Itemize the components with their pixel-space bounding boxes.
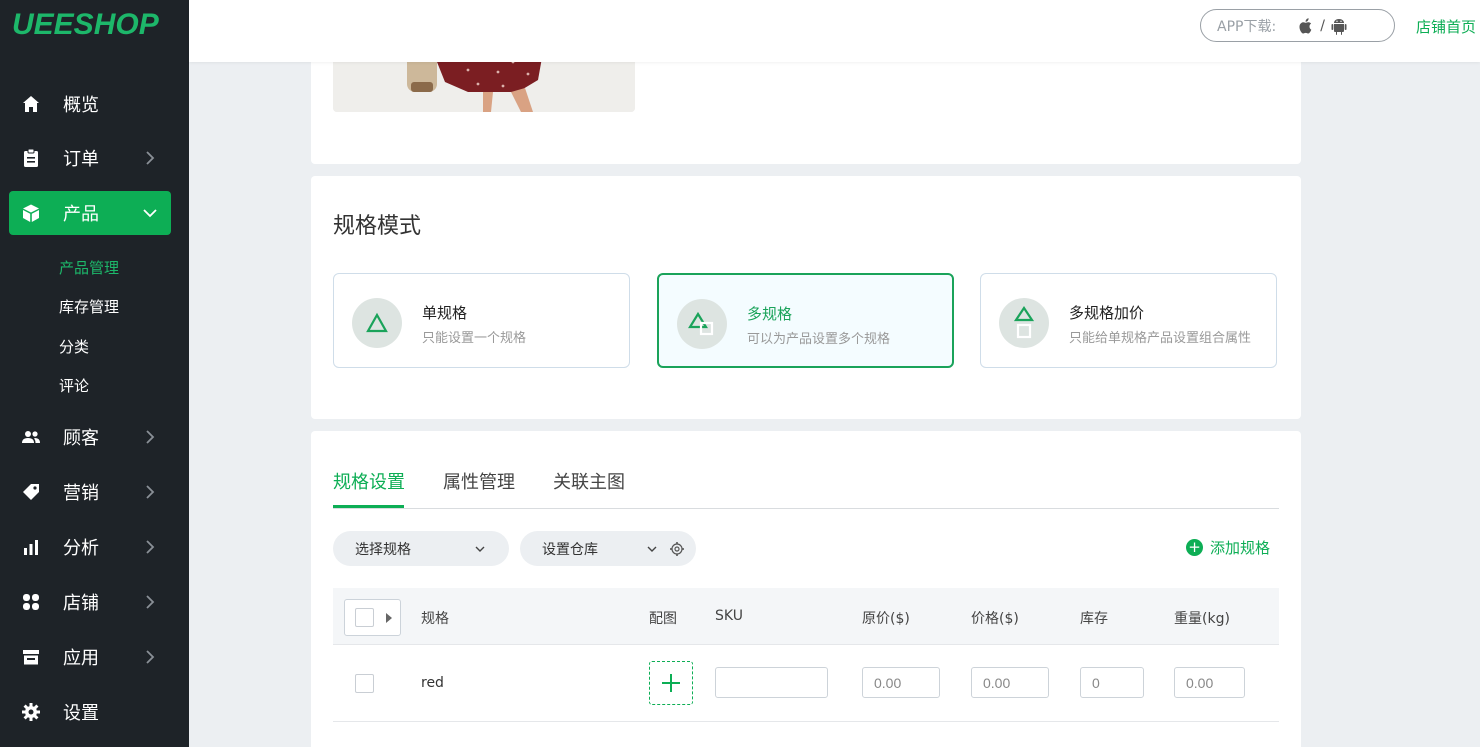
chevron-right-icon [146, 485, 155, 499]
gear-icon[interactable] [669, 541, 685, 557]
android-icon[interactable] [1331, 17, 1347, 35]
tab-attribute-management[interactable]: 属性管理 [443, 468, 515, 494]
spec-tabs: 规格设置 属性管理 关联主图 [333, 431, 1279, 509]
logo[interactable]: UEESHOP [0, 0, 189, 52]
bulk-select-toggle[interactable] [344, 599, 401, 636]
gear-icon [21, 702, 41, 722]
home-icon [21, 94, 41, 114]
nav-label: 设置 [63, 703, 99, 724]
nav-item-apps[interactable]: 应用 [9, 635, 171, 679]
tab-spec-settings[interactable]: 规格设置 [333, 468, 405, 494]
app-download: APP下载: / [1200, 9, 1395, 42]
shop-home-link[interactable]: 店铺首页 [1416, 16, 1476, 37]
nav-item-customers[interactable]: 顾客 [9, 415, 171, 459]
box-icon [21, 203, 41, 223]
nav-label: 营销 [63, 483, 99, 504]
add-image-button[interactable] [649, 661, 693, 705]
store-icon [21, 647, 41, 667]
nav-item-products[interactable]: 产品 [9, 191, 171, 235]
col-price: 价格($) [971, 611, 1019, 627]
triangle-square-icon [677, 299, 727, 349]
stock-input[interactable]: 0 [1080, 667, 1144, 698]
bar-chart-icon [21, 537, 41, 557]
col-sku: SKU [715, 608, 743, 624]
sub-item-inventory[interactable]: 库存管理 [59, 296, 119, 317]
separator: / [1320, 17, 1325, 34]
chevron-right-icon [146, 650, 155, 664]
set-warehouse-dropdown[interactable]: 设置仓库 [520, 531, 696, 566]
table-header: 规格 配图 SKU 原价($) 价格($) 库存 重量(kg) [333, 588, 1279, 645]
apple-icon[interactable] [1298, 17, 1314, 35]
add-spec-label: 添加规格 [1210, 539, 1271, 557]
sub-item-reviews[interactable]: 评论 [59, 375, 89, 396]
nav-label: 订单 [63, 149, 99, 170]
chevron-right-icon [146, 430, 155, 444]
spec-mode-title: 规格模式 [333, 214, 422, 239]
active-tab-underline [333, 505, 404, 508]
chevron-right-icon [146, 151, 155, 165]
nav-label: 应用 [63, 648, 99, 669]
col-weight: 重量(kg) [1174, 611, 1230, 627]
nav-item-marketing[interactable]: 营销 [9, 470, 171, 514]
mode-title: 多规格 [747, 305, 793, 323]
add-spec-button[interactable]: + 添加规格 [1186, 537, 1270, 558]
triangle-over-square-icon [999, 298, 1049, 348]
select-spec-label: 选择规格 [355, 541, 411, 558]
chevron-right-icon [146, 595, 155, 609]
mode-desc: 只能设置一个规格 [422, 331, 527, 346]
col-original-price: 原价($) [862, 611, 910, 627]
mode-single-spec[interactable]: 单规格 只能设置一个规格 [333, 273, 630, 368]
nav-label: 概览 [63, 95, 99, 116]
top-header: APP下载: / 店铺首页 [189, 0, 1480, 62]
sidebar: UEESHOP 概览 订单 产品 产品管理 库存管理 分类 评论 顾客 营销 分… [0, 0, 189, 747]
mode-title: 多规格加价 [1069, 304, 1145, 322]
plus-circle-icon: + [1186, 539, 1203, 556]
triangle-icon [352, 298, 402, 348]
grid-icon [21, 592, 41, 612]
set-warehouse-label: 设置仓库 [542, 541, 598, 558]
mode-desc: 可以为产品设置多个规格 [747, 332, 891, 347]
nav-item-shop[interactable]: 店铺 [9, 580, 171, 624]
spec-mode-card: 规格模式 单规格 只能设置一个规格 多规格 可以为产品设置多个规格 多规格加价 … [311, 176, 1301, 419]
clipboard-icon [21, 148, 41, 168]
mode-title: 单规格 [422, 304, 468, 322]
nav-label: 顾客 [63, 428, 99, 449]
select-all-checkbox[interactable] [355, 608, 374, 627]
row-checkbox[interactable] [355, 674, 374, 693]
mode-desc: 只能给单规格产品设置组合属性 [1069, 331, 1252, 346]
product-image-card [311, 52, 1301, 164]
col-stock: 库存 [1080, 611, 1108, 627]
nav-label: 分析 [63, 538, 99, 559]
nav-item-overview[interactable]: 概览 [9, 82, 171, 126]
chevron-down-icon [143, 209, 157, 218]
app-download-label: APP下载: [1217, 18, 1277, 35]
sku-input[interactable] [715, 667, 828, 698]
tag-icon [21, 482, 41, 502]
chevron-down-icon [475, 546, 485, 552]
caret-right-icon [386, 613, 392, 623]
sub-item-product-management[interactable]: 产品管理 [59, 257, 119, 278]
nav-item-analytics[interactable]: 分析 [9, 525, 171, 569]
table-row: red 0.00 0.00 0 0.00 [333, 645, 1279, 722]
sub-item-category[interactable]: 分类 [59, 336, 89, 357]
col-image: 配图 [649, 611, 677, 627]
row-spec-name: red [421, 675, 444, 691]
tab-linked-main-image[interactable]: 关联主图 [553, 468, 625, 494]
price-input[interactable]: 0.00 [971, 667, 1049, 698]
mode-multi-spec[interactable]: 多规格 可以为产品设置多个规格 [657, 273, 954, 368]
spec-settings-card: 规格设置 属性管理 关联主图 选择规格 设置仓库 + 添加规格 规格 配图 SK… [311, 431, 1301, 747]
chevron-right-icon [146, 540, 155, 554]
users-icon [21, 427, 41, 447]
col-spec: 规格 [421, 611, 449, 627]
nav-item-settings[interactable]: 设置 [9, 690, 171, 734]
select-spec-dropdown[interactable]: 选择规格 [333, 531, 509, 566]
nav-label: 店铺 [63, 593, 99, 614]
mode-multi-spec-markup[interactable]: 多规格加价 只能给单规格产品设置组合属性 [980, 273, 1277, 368]
nav-label: 产品 [63, 204, 99, 225]
chevron-down-icon [647, 546, 657, 552]
nav-item-orders[interactable]: 订单 [9, 136, 171, 180]
weight-input[interactable]: 0.00 [1174, 667, 1245, 698]
original-price-input[interactable]: 0.00 [862, 667, 940, 698]
plus-icon [662, 674, 680, 692]
